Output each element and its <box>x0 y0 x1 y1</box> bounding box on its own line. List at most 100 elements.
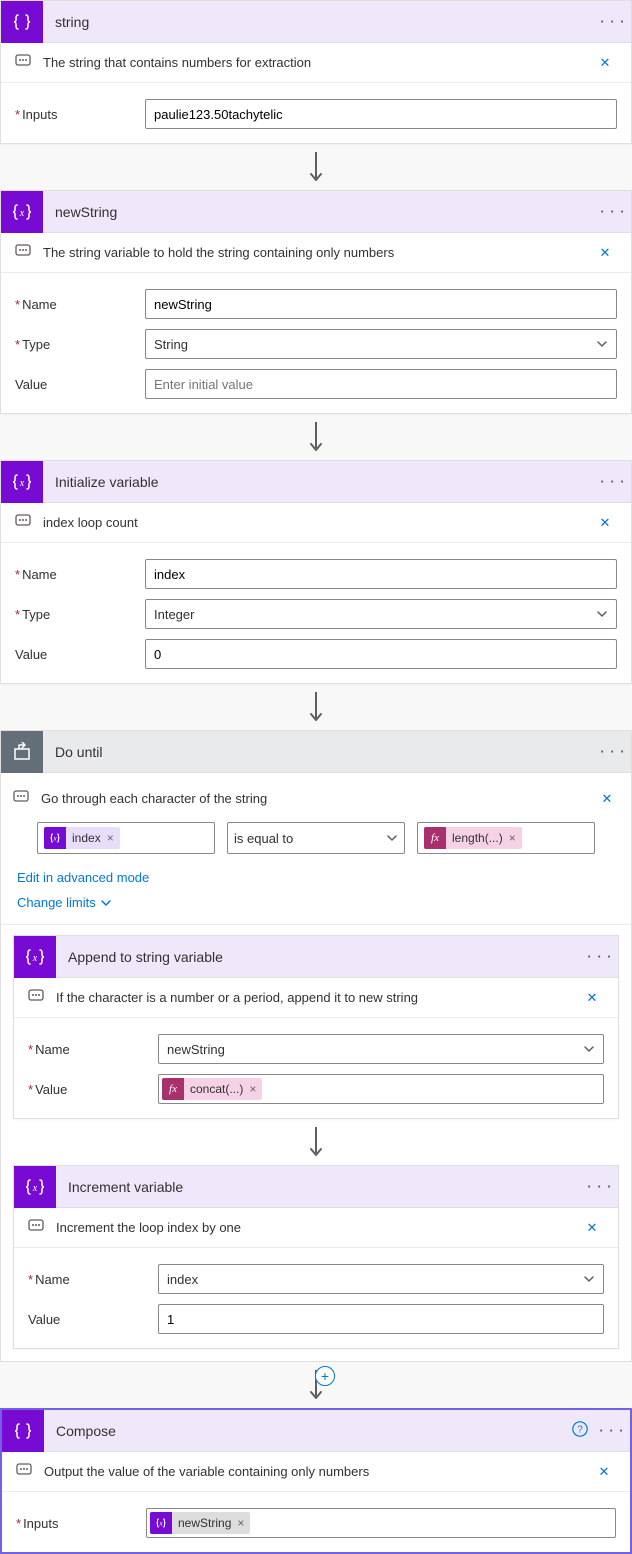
chevron-down-icon <box>583 1043 595 1055</box>
card-comment-row: Increment the loop index by one ✕ <box>14 1208 618 1248</box>
inputs-label: *Inputs <box>15 107 145 122</box>
variable-icon <box>150 1512 172 1534</box>
loop-comment-row: Go through each character of the string … <box>13 785 619 818</box>
comment-text: If the character is a number or a period… <box>56 990 580 1005</box>
type-select[interactable]: Integer <box>145 599 617 629</box>
value-label: Value <box>28 1312 158 1327</box>
token-variable-newstring[interactable]: newString × <box>150 1512 250 1534</box>
action-card-newstring: newString · · · The string variable to h… <box>0 190 632 414</box>
variable-icon <box>14 936 56 978</box>
comment-icon <box>28 1218 48 1237</box>
name-field[interactable] <box>145 289 617 319</box>
comment-text: Increment the loop index by one <box>56 1220 580 1235</box>
card-menu-button[interactable]: · · · <box>582 1179 618 1194</box>
card-header[interactable]: newString · · · <box>1 191 631 233</box>
inputs-field[interactable]: newString × <box>146 1508 616 1538</box>
loop-condition-row: index × is equal to fx length(...) × <box>37 822 595 854</box>
action-card-increment: Increment variable · · · Increment the l… <box>13 1165 619 1349</box>
loop-header[interactable]: Do until · · · <box>1 731 631 773</box>
card-menu-button[interactable]: · · · <box>582 949 618 964</box>
action-card-init-index: Initialize variable · · · index loop cou… <box>0 460 632 684</box>
card-title: Initialize variable <box>43 474 595 490</box>
value-label: *Value <box>28 1082 158 1097</box>
token-remove-button[interactable]: × <box>107 831 114 845</box>
card-title: Append to string variable <box>56 949 582 965</box>
card-title: Do until <box>43 744 595 760</box>
name-select[interactable]: newString <box>158 1034 604 1064</box>
card-comment-row: index loop count ✕ <box>1 503 631 543</box>
chevron-down-icon <box>386 832 398 844</box>
chevron-down-icon <box>100 897 112 909</box>
change-limits-link[interactable]: Change limits <box>17 895 112 910</box>
help-button[interactable] <box>566 1420 594 1441</box>
compose-icon <box>2 1410 44 1452</box>
close-comment-button[interactable]: ✕ <box>595 791 619 807</box>
advanced-mode-link[interactable]: Edit in advanced mode <box>17 870 149 885</box>
comment-text: Output the value of the variable contain… <box>44 1464 592 1479</box>
loop-icon <box>1 731 43 773</box>
name-label: *Name <box>28 1272 158 1287</box>
card-comment-row: The string that contains numbers for ext… <box>1 43 631 83</box>
name-select[interactable]: index <box>158 1264 604 1294</box>
card-header[interactable]: string · · · <box>1 1 631 43</box>
comment-text: Go through each character of the string <box>41 791 595 806</box>
flow-arrow <box>0 684 632 730</box>
card-title: newString <box>43 204 595 220</box>
comment-text: The string variable to hold the string c… <box>43 245 593 260</box>
token-remove-button[interactable]: × <box>509 831 516 845</box>
value-field[interactable]: fx concat(...) × <box>158 1074 604 1104</box>
token-expression-length[interactable]: fx length(...) × <box>424 827 522 849</box>
name-field[interactable] <box>145 559 617 589</box>
token-expression-concat[interactable]: fx concat(...) × <box>162 1078 262 1100</box>
close-comment-button[interactable]: ✕ <box>580 990 604 1006</box>
card-header[interactable]: Initialize variable · · · <box>1 461 631 503</box>
card-header[interactable]: Compose · · · <box>2 1410 630 1452</box>
action-card-string: string · · · The string that contains nu… <box>0 0 632 144</box>
card-header[interactable]: Increment variable · · · <box>14 1166 618 1208</box>
card-menu-button[interactable]: · · · <box>595 204 631 219</box>
compose-icon <box>1 1 43 43</box>
fx-icon: fx <box>162 1078 184 1100</box>
type-select[interactable]: String <box>145 329 617 359</box>
card-title: Increment variable <box>56 1179 582 1195</box>
comment-icon <box>16 1462 36 1481</box>
condition-operator-select[interactable]: is equal to <box>227 822 405 854</box>
add-step-button[interactable]: + <box>315 1366 335 1386</box>
token-remove-button[interactable]: × <box>249 1082 256 1096</box>
value-field[interactable] <box>145 369 617 399</box>
close-comment-button[interactable]: ✕ <box>592 1464 616 1480</box>
condition-left-field[interactable]: index × <box>37 822 215 854</box>
card-menu-button[interactable]: · · · <box>594 1423 630 1438</box>
card-title: Compose <box>44 1423 566 1439</box>
variable-icon <box>44 827 66 849</box>
token-remove-button[interactable]: × <box>237 1516 244 1530</box>
card-comment-row: Output the value of the variable contain… <box>2 1452 630 1492</box>
close-comment-button[interactable]: ✕ <box>580 1220 604 1236</box>
card-header[interactable]: Append to string variable · · · <box>14 936 618 978</box>
close-comment-button[interactable]: ✕ <box>593 515 617 531</box>
value-field[interactable] <box>158 1304 604 1334</box>
card-comment-row: The string variable to hold the string c… <box>1 233 631 273</box>
token-variable-index[interactable]: index × <box>44 827 120 849</box>
value-field[interactable] <box>145 639 617 669</box>
action-card-compose: Compose · · · Output the value of the va… <box>0 1408 632 1554</box>
variable-icon <box>1 461 43 503</box>
close-comment-button[interactable]: ✕ <box>593 55 617 71</box>
type-label: *Type <box>15 607 145 622</box>
inputs-field[interactable] <box>145 99 617 129</box>
value-label: Value <box>15 377 145 392</box>
loop-container-do-until: Do until · · · Go through each character… <box>0 730 632 1362</box>
flow-arrow <box>0 414 632 460</box>
inputs-label: *Inputs <box>16 1516 146 1531</box>
comment-text: The string that contains numbers for ext… <box>43 55 593 70</box>
close-comment-button[interactable]: ✕ <box>593 245 617 261</box>
inputs-input[interactable] <box>154 107 608 122</box>
card-menu-button[interactable]: · · · <box>595 474 631 489</box>
action-card-append: Append to string variable · · · If the c… <box>13 935 619 1119</box>
condition-right-field[interactable]: fx length(...) × <box>417 822 595 854</box>
card-comment-row: If the character is a number or a period… <box>14 978 618 1018</box>
comment-icon <box>28 988 48 1007</box>
card-title: string <box>43 14 595 30</box>
card-menu-button[interactable]: · · · <box>595 14 631 29</box>
card-menu-button[interactable]: · · · <box>595 744 631 759</box>
